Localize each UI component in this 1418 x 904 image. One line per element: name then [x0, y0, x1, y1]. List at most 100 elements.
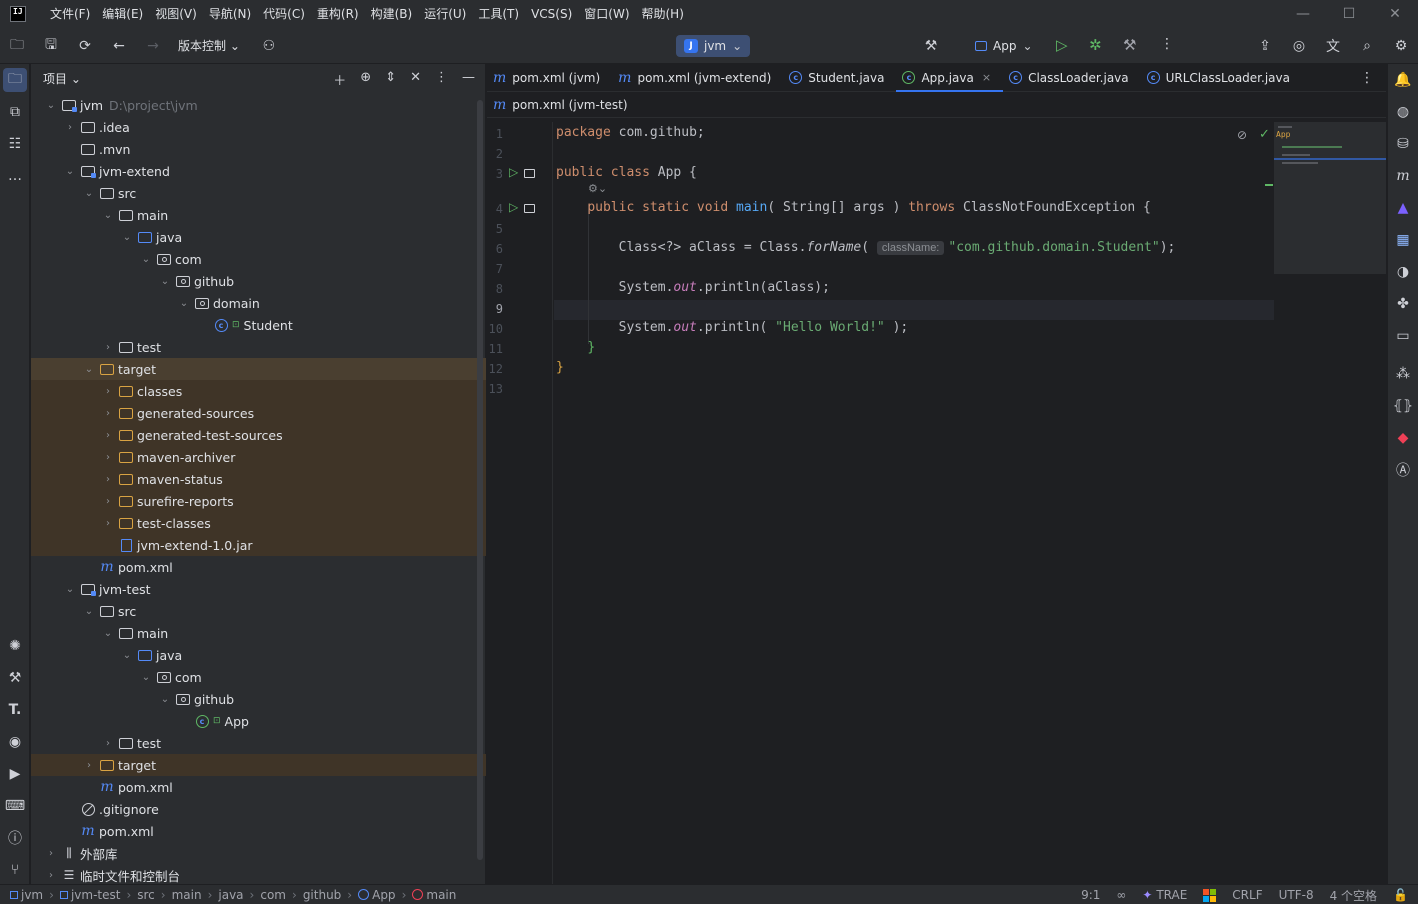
- status-crumb[interactable]: com: [260, 888, 286, 902]
- tree-item[interactable]: › test-classes: [31, 512, 486, 534]
- menu-refactor[interactable]: 重构(R): [311, 0, 365, 28]
- menu-vcs[interactable]: VCS(S): [525, 0, 578, 28]
- chevron-down-icon[interactable]: ⌄: [140, 672, 152, 683]
- tree-item[interactable]: › .idea: [31, 116, 486, 138]
- chevron-right-icon[interactable]: ›: [102, 738, 114, 749]
- open-folder-icon[interactable]: 🗀: [0, 34, 34, 58]
- editor-tab[interactable]: c URLClassLoader.java: [1141, 64, 1302, 92]
- tree-item[interactable]: › maven-archiver: [31, 446, 486, 468]
- tree-item[interactable]: ⌄ main: [31, 204, 486, 226]
- options-icon[interactable]: ⋮: [435, 70, 448, 89]
- code-minimap[interactable]: App: [1274, 122, 1386, 274]
- build-icon[interactable]: ⚒: [1123, 36, 1136, 54]
- close-window-icon[interactable]: ✕: [1372, 0, 1418, 28]
- search-icon[interactable]: ⌕: [1350, 38, 1384, 54]
- close-tab-icon[interactable]: ×: [982, 71, 991, 84]
- editor-tab[interactable]: c Student.java: [783, 64, 896, 92]
- menu-tools[interactable]: 工具(T): [472, 0, 525, 28]
- more-tools-icon[interactable]: …: [0, 160, 30, 192]
- tree-item[interactable]: › test: [31, 336, 486, 358]
- status-crumb[interactable]: main: [412, 888, 456, 902]
- gutter-bookmark-icon[interactable]: [524, 204, 535, 213]
- ai-assistant-icon[interactable]: ◎: [1282, 38, 1316, 54]
- translate-icon[interactable]: 文: [1316, 36, 1350, 56]
- git-icon[interactable]: ⑂: [0, 854, 30, 886]
- menu-build[interactable]: 构建(B): [365, 0, 419, 28]
- locate-icon[interactable]: ⊕: [360, 70, 371, 89]
- gradle-icon[interactable]: ▲: [1388, 192, 1418, 224]
- sync-icon[interactable]: ⟳: [68, 38, 102, 54]
- vcs-dropdown[interactable]: 版本控制 ⌄: [178, 37, 240, 54]
- copilot-icon[interactable]: ◑: [1388, 256, 1418, 288]
- gutter-run-icon[interactable]: ▷: [509, 200, 518, 214]
- json-icon[interactable]: ⦃⦄: [1388, 390, 1418, 422]
- tree-item[interactable]: › generated-test-sources: [31, 424, 486, 446]
- tree-item[interactable]: ⌄ jvm-extend: [31, 160, 486, 182]
- tree-item[interactable]: › surefire-reports: [31, 490, 486, 512]
- chevron-right-icon[interactable]: ›: [102, 430, 114, 441]
- tree-item[interactable]: › ☰ 临时文件和控制台: [31, 864, 486, 886]
- problems-icon[interactable]: ⓘ: [0, 822, 30, 854]
- pocket-icon[interactable]: ◆: [1388, 422, 1418, 454]
- chevron-down-icon[interactable]: ⌄: [83, 364, 95, 375]
- save-icon[interactable]: 🖫: [34, 34, 68, 58]
- tree-item[interactable]: m pom.xml: [31, 556, 486, 578]
- indent-setting[interactable]: 4 个空格: [1330, 887, 1377, 904]
- notifications-icon[interactable]: 🔔: [1388, 64, 1418, 96]
- project-tool-icon[interactable]: 🗀: [3, 68, 27, 92]
- chevron-right-icon[interactable]: ›: [64, 122, 76, 133]
- collapse-all-icon[interactable]: ✕: [410, 70, 421, 89]
- tree-item[interactable]: › ⫼ 外部库: [31, 842, 486, 864]
- tree-item[interactable]: ⌄ domain: [31, 292, 486, 314]
- menu-file[interactable]: 文件(F): [44, 0, 96, 28]
- no-problems-check-icon[interactable]: ✓: [1259, 127, 1270, 142]
- menu-run[interactable]: 运行(U): [418, 0, 472, 28]
- gutter-bookmark-icon[interactable]: [524, 169, 535, 178]
- tree-item[interactable]: ⌄ jvm-test: [31, 578, 486, 600]
- tree-item[interactable]: c ⊡ Student: [31, 314, 486, 336]
- chevron-right-icon[interactable]: ›: [102, 342, 114, 353]
- build-tool-icon[interactable]: ⚒: [0, 662, 30, 694]
- tree-item[interactable]: .mvn: [31, 138, 486, 160]
- chevron-right-icon[interactable]: ›: [45, 848, 57, 859]
- chevron-down-icon[interactable]: ⌄: [121, 232, 133, 243]
- debug-icon[interactable]: ✲: [1089, 36, 1102, 54]
- tree-item[interactable]: ⌄ src: [31, 600, 486, 622]
- tree-item[interactable]: ⌄ com: [31, 248, 486, 270]
- reader-mode-icon[interactable]: ⊘: [1237, 128, 1247, 142]
- chevron-down-icon[interactable]: ⌄: [45, 100, 57, 111]
- gutter-run-icon[interactable]: ▷: [509, 165, 518, 179]
- openai-icon[interactable]: ✤: [1388, 288, 1418, 320]
- tree-item[interactable]: .gitignore: [31, 798, 486, 820]
- run-config-widget[interactable]: App ⌄: [975, 35, 1033, 57]
- update-icon[interactable]: ⇪: [1248, 38, 1282, 54]
- tree-item[interactable]: ⌄ github: [31, 270, 486, 292]
- more-actions-icon[interactable]: ⋮: [1160, 36, 1174, 52]
- status-crumb[interactable]: java: [218, 888, 243, 902]
- preview-icon[interactable]: ▭: [1388, 320, 1418, 352]
- editor-tab[interactable]: c App.java ×: [896, 64, 1003, 92]
- chevron-down-icon[interactable]: ⌄: [102, 210, 114, 221]
- calculator-icon[interactable]: ▦: [1388, 224, 1418, 256]
- tree-item[interactable]: ⌄ com: [31, 666, 486, 688]
- project-panel-title[interactable]: 项目 ⌄: [43, 70, 81, 87]
- project-widget[interactable]: J jvm ⌄: [676, 35, 751, 57]
- inheritance-hint-icon[interactable]: ⚙⌄: [588, 182, 607, 195]
- tree-scrollbar[interactable]: [477, 100, 483, 860]
- tree-item[interactable]: › generated-sources: [31, 402, 486, 424]
- status-crumb[interactable]: jvm-test: [59, 888, 120, 902]
- forward-icon[interactable]: →: [136, 38, 170, 54]
- chevron-down-icon[interactable]: ⌄: [83, 188, 95, 199]
- run-icon[interactable]: ▷: [1056, 36, 1068, 54]
- chevron-right-icon[interactable]: ›: [102, 496, 114, 507]
- plugins-icon[interactable]: ✺: [0, 630, 30, 662]
- menu-edit[interactable]: 编辑(E): [96, 0, 149, 28]
- chevron-down-icon[interactable]: ⌄: [102, 628, 114, 639]
- font-icon[interactable]: Ⓐ: [1388, 454, 1418, 486]
- menu-help[interactable]: 帮助(H): [636, 0, 690, 28]
- chevron-down-icon[interactable]: ⌄: [159, 276, 171, 287]
- tree-item[interactable]: › maven-status: [31, 468, 486, 490]
- minimize-icon[interactable]: —: [1280, 0, 1326, 28]
- expand-collapse-icon[interactable]: ⇕: [385, 70, 396, 89]
- services-icon[interactable]: ▶: [0, 758, 30, 790]
